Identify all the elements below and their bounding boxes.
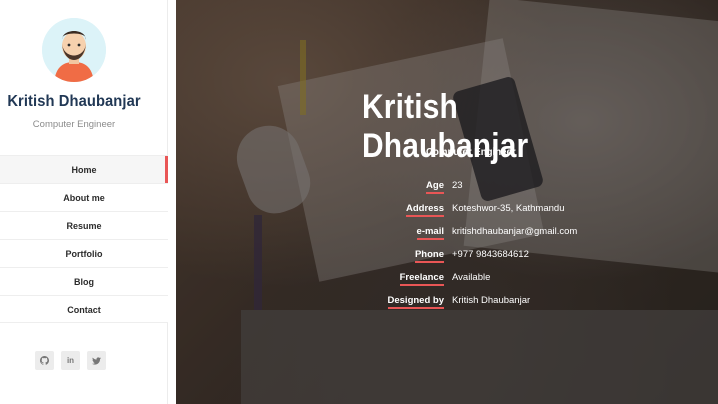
- detail-row-email: e-mail kritishdhaubanjar@gmail.com: [176, 226, 718, 249]
- detail-row-address: Address Koteshwor-35, Kathmandu: [176, 203, 718, 226]
- nav-item-contact[interactable]: Contact: [0, 295, 168, 323]
- detail-label: Freelance: [399, 272, 444, 286]
- personal-details: Age 23 Address Koteshwor-35, Kathmandu e…: [176, 180, 718, 318]
- social-links: in: [35, 351, 106, 370]
- detail-label: Age: [426, 180, 444, 194]
- detail-value: Kritish Dhaubanjar: [452, 295, 531, 306]
- nav-item-portfolio[interactable]: Portfolio: [0, 239, 168, 267]
- detail-row-designed-by: Designed by Kritish Dhaubanjar: [176, 295, 718, 318]
- detail-row-freelance: Freelance Available: [176, 272, 718, 295]
- detail-label: e-mail: [416, 226, 444, 240]
- detail-label: Phone: [414, 249, 444, 263]
- profile-name: Kritish Dhaubanjar: [7, 93, 141, 110]
- sidebar: Kritish Dhaubanjar Computer Engineer Hom…: [0, 0, 168, 404]
- detail-row-phone: Phone +977 9843684612: [176, 249, 718, 272]
- hero-subtitle: Computer Engineer: [426, 146, 516, 158]
- detail-value: +977 9843684612: [452, 249, 529, 260]
- avatar-illustration: [42, 18, 106, 82]
- nav-item-resume[interactable]: Resume: [0, 211, 168, 239]
- detail-label: Address: [405, 203, 444, 217]
- profile-role: Computer Engineer: [32, 119, 116, 130]
- detail-label: Designed by: [387, 295, 444, 309]
- main-nav: Home About me Resume Portfolio Blog Cont…: [0, 155, 168, 323]
- hero-section: Kritish Dhaubanjar Computer Engineer Age…: [176, 0, 718, 404]
- github-icon[interactable]: [35, 351, 54, 370]
- nav-item-blog[interactable]: Blog: [0, 267, 168, 295]
- email-link[interactable]: kritishdhaubanjar@gmail.com: [452, 226, 577, 237]
- avatar: [42, 18, 106, 82]
- nav-item-home[interactable]: Home: [0, 155, 168, 183]
- detail-value: Available: [452, 272, 491, 283]
- nav-item-about-me[interactable]: About me: [0, 183, 168, 211]
- linkedin-icon[interactable]: in: [61, 351, 80, 370]
- detail-value: Koteshwor-35, Kathmandu: [452, 203, 565, 214]
- detail-row-age: Age 23: [176, 180, 718, 203]
- detail-value: 23: [452, 180, 463, 191]
- twitter-icon[interactable]: [87, 351, 106, 370]
